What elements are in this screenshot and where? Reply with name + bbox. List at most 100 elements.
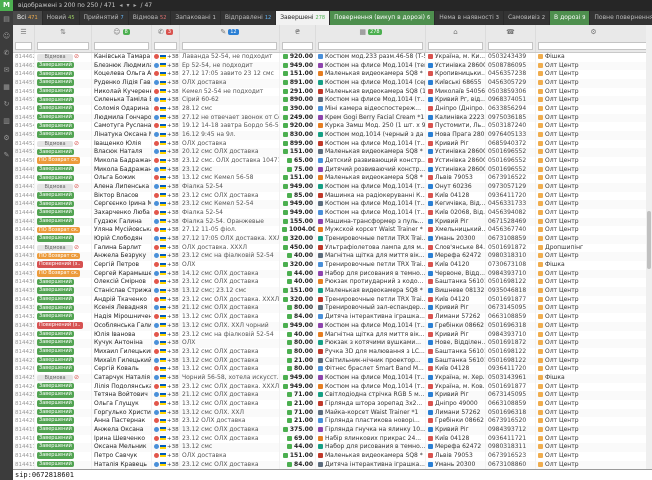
customer-name[interactable]: Юрій Слободян (92, 235, 152, 244)
customer-phone[interactable]: +38 (152, 426, 180, 435)
products-icon[interactable]: ▦ (0, 79, 13, 96)
order-product[interactable]: Машинка на радіокеруванні К... (316, 192, 426, 201)
settings-icon[interactable]: ⚙ (0, 130, 13, 147)
app-logo[interactable]: M (0, 0, 13, 11)
table-row[interactable]: 814424ЗавершенийЛілія Подолянська+3823.1… (13, 383, 652, 392)
tab-повне-повернення[interactable]: Повне повернення8 (590, 11, 652, 25)
table-row[interactable]: 814446ЗавершенийВіктор Власов+3823.12 см… (13, 192, 652, 201)
table-row[interactable]: 814434ЗавершенийАндрій Ткаченко+3823.12 … (13, 296, 652, 305)
customer-name[interactable]: Ольга Глущук (92, 400, 152, 409)
table-row[interactable]: 814436ЗавершенийОлексій Смірнов+3823.12 … (13, 278, 652, 287)
table-row[interactable]: 814421ЗавершенийГоргулько Христин...+381… (13, 409, 652, 418)
customer-name[interactable]: Кучук Антоніна (92, 339, 152, 348)
customer-phone[interactable]: +38 (152, 192, 180, 201)
customer-phone[interactable]: +38 (152, 435, 180, 444)
customer-name[interactable]: Іващенко Юлія (92, 140, 152, 149)
customer-phone[interactable]: +38 (152, 53, 180, 62)
customer-name[interactable]: Віктор Власов (92, 192, 152, 201)
table-row[interactable]: 814426ЗавершенийСергій Коваль+3813.12 см… (13, 365, 652, 374)
filter-input[interactable] (488, 42, 533, 50)
prev-page-button[interactable]: ◂ (120, 2, 123, 9)
table-row[interactable]: 814455ЗавершенийЛюдмила Гончарова+3827.1… (13, 114, 652, 123)
table-row[interactable]: 814462Відмова⊘Канівська Тамара+38Лаванда… (13, 53, 652, 62)
customer-phone[interactable]: +38 (152, 452, 180, 461)
customer-phone[interactable]: +38 (152, 287, 180, 296)
table-row[interactable]: 814425Відмова⊘Сатарчук Наталія Г...+38Чо… (13, 374, 652, 383)
customer-phone[interactable]: +38 (152, 96, 180, 105)
comment-icon[interactable]: ✎ (220, 28, 226, 36)
tab-відмова[interactable]: Відмова52 (129, 11, 172, 25)
menu-icon[interactable]: ▤ (0, 11, 13, 28)
customer-name[interactable]: Петро Савчук (92, 452, 152, 461)
order-product[interactable]: Гірлянда штора зорепад 3х2... (316, 400, 426, 409)
tab-самовивіз[interactable]: Самовивіз2 (504, 11, 550, 25)
customer-phone[interactable]: +38 (152, 270, 180, 279)
order-product[interactable]: Мужской корсет Waist Trainer * (316, 226, 426, 235)
customer-phone[interactable]: +38 (152, 70, 180, 79)
customer-phone[interactable]: +38 (152, 148, 180, 157)
handset-icon[interactable]: ☎ (506, 28, 515, 36)
customer-name[interactable]: Анна Пастернак (92, 417, 152, 426)
customer-name[interactable]: Сергій Петров (92, 261, 152, 270)
order-product[interactable]: Рюкзак з котячими вушками... (316, 339, 426, 348)
customer-name[interactable]: Ірина Шевченко (92, 435, 152, 444)
tab-повернення-(викуп-в-дорозі)[interactable]: Повернення (викуп в дорозі)6 (330, 11, 435, 25)
mail-icon[interactable]: ✉ (0, 62, 13, 79)
customer-name[interactable]: Микола Бадражан (92, 157, 152, 166)
customer-name[interactable]: Коцелева Ольга Ар... (92, 70, 152, 79)
customer-name[interactable]: Алена Липенська (92, 183, 152, 192)
order-product[interactable]: Костюм на флисе Мод.1014 (т... (316, 96, 426, 105)
filter-input[interactable] (318, 42, 423, 50)
filter-input[interactable] (94, 42, 149, 50)
customer-phone[interactable]: +38 (152, 261, 180, 270)
filter-input[interactable] (37, 42, 89, 50)
order-product[interactable]: Фітнес браслет Smart Band M... (316, 365, 426, 374)
filter-input[interactable] (282, 42, 313, 50)
table-row[interactable]: 814416ЗавершенийПетро Савчук+38ОЛХ доста… (13, 452, 652, 461)
next-page-button[interactable]: ▸ (134, 2, 137, 9)
order-product[interactable]: Тренировочный зал-еспандер... (316, 304, 426, 313)
customer-name[interactable]: Юлія Іванова (92, 331, 152, 340)
table-row[interactable]: 814422ЗавершенийОльга Глущук+3813.12 смс… (13, 400, 652, 409)
order-product[interactable]: Тренировочные петли TRX Trai... (316, 296, 426, 305)
table-row[interactable]: 814415ЗавершенийНаталія Кравець+3823.12 … (13, 461, 652, 469)
order-product[interactable]: Костюм на флисе Мод.1014 (сер (316, 79, 426, 88)
customer-name[interactable]: Михаил Гилецький (92, 348, 152, 357)
customer-name[interactable]: Соломія Одарина (92, 105, 152, 114)
customer-name[interactable]: Оксана Мельник (92, 443, 152, 452)
order-product[interactable]: Ручка 3D для малювання з LC... (316, 348, 426, 357)
customer-phone[interactable]: +38 (152, 409, 180, 418)
customer-phone[interactable]: +38 (152, 79, 180, 88)
customer-phone[interactable]: +38 (152, 383, 180, 392)
table-row[interactable]: 814450ПО Возврат ск.Микола Бадражан+3823… (13, 157, 652, 166)
customer-phone[interactable]: +38 (152, 348, 180, 357)
customer-phone[interactable]: +38 (152, 62, 180, 71)
customer-name[interactable]: Власюк Наталя (92, 148, 152, 157)
vertical-scrollbar[interactable] (646, 25, 652, 469)
order-product[interactable]: Магнітна щітка для миття вік... (316, 331, 426, 340)
customer-phone[interactable]: +38 (152, 122, 180, 131)
customer-name[interactable]: Ольга Божик (92, 174, 152, 183)
customer-name[interactable]: Уляна Мусійовська (92, 226, 152, 235)
order-product[interactable]: Костюм на флисе Мод.1014 (т... (316, 209, 426, 218)
table-row[interactable]: 814435ЗавершенийСтаніслав Стрижак+3813.1… (13, 287, 652, 296)
table-row[interactable]: 814429ЗавершенийКучук Антоніна+38ОЛХ80.0… (13, 339, 652, 348)
customer-name[interactable]: Захарченко Люба (92, 209, 152, 218)
customer-name[interactable]: Лілія Подолянська (92, 383, 152, 392)
customer-phone[interactable]: +38 (152, 252, 180, 261)
order-product[interactable]: Маленькая видеокамера SQ8 (1 (316, 88, 426, 97)
customer-phone[interactable]: +38 (152, 313, 180, 322)
table-row[interactable]: 814418ЗавершенийІрина Шевченко+3823.12 с… (13, 435, 652, 444)
customer-phone[interactable]: +38 (152, 322, 180, 331)
order-product[interactable]: Майка-корсет Waist Trainer *1 (316, 409, 426, 418)
order-product[interactable]: Маленькая видеокамера SQ8 * (316, 452, 426, 461)
table-row[interactable]: 814428ЗавершенийМихаил Гилецький+3823.12… (13, 348, 652, 357)
table-row[interactable]: 814432ЗавершенийНадія Мірошничен...+3813… (13, 313, 652, 322)
customer-name[interactable]: Сатарчук Наталія Г... (92, 374, 152, 383)
order-product[interactable]: Маленькая видеокамера SQ8 * (316, 148, 426, 157)
order-product[interactable]: Набор для рисования в темно... (316, 270, 426, 279)
customer-phone[interactable]: +38 (152, 218, 180, 227)
customer-name[interactable]: Галина Барлит (92, 244, 152, 253)
table-row[interactable]: 814461ЗавершенийБлезнюк Людмила А...+38Е… (13, 62, 652, 71)
gear-icon[interactable]: ⚙ (590, 28, 596, 36)
